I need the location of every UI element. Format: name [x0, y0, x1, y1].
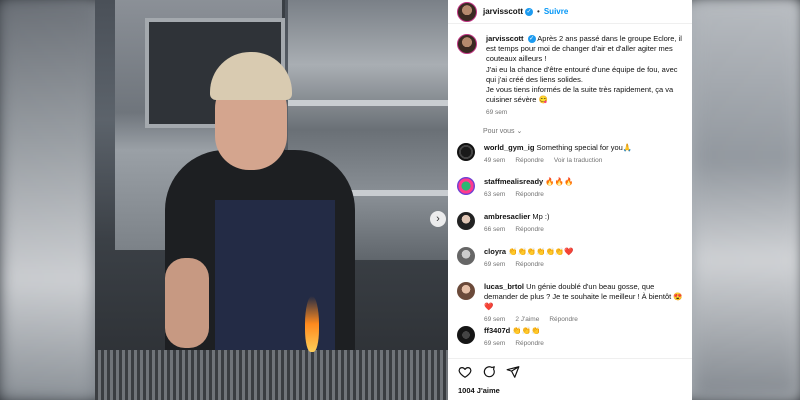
verified-icon: ✓ [527, 35, 536, 44]
comment-time: 63 sem [484, 191, 506, 198]
post-photo[interactable] [95, 0, 448, 400]
follow-button[interactable]: Suivre [544, 7, 568, 16]
reply-button[interactable]: Répondre [515, 226, 544, 233]
comment-icon[interactable] [482, 365, 496, 379]
post-side-panel: jarvisscott ✓ • Suivre jarvisscott ✓ Apr… [448, 0, 692, 400]
comment-username[interactable]: staffmealisready [484, 177, 543, 186]
caption-author-avatar[interactable] [457, 34, 477, 54]
comment-text: Something special for you🙏 [536, 143, 633, 152]
caption-username[interactable]: jarvisscott [486, 34, 524, 43]
comment-time: 69 sem [484, 261, 506, 268]
share-icon[interactable] [506, 365, 520, 379]
author-username[interactable]: jarvisscott [483, 7, 523, 16]
chevron-right-icon: › [436, 212, 440, 225]
post-actions: 1004 J'aime [448, 358, 692, 400]
comment-text: Mp :) [532, 212, 550, 221]
comment-username[interactable]: world_gym_ig [484, 143, 534, 152]
comment-item: lucas_brtol Un génie doublé d'un beau go… [457, 282, 689, 325]
instagram-post-view: › jarvisscott ✓ • Suivre jarvisscott ✓ A… [0, 0, 800, 400]
blurred-background-right [692, 0, 800, 400]
chef-arm [165, 258, 209, 348]
comment-text: 👏👏👏 [512, 326, 541, 335]
comment-item: ambresaclier Mp :) 66 sem Répondre [457, 212, 689, 235]
caption-line: J'ai eu la chance d'être entouré d'une é… [486, 64, 678, 84]
blurred-background-left [0, 0, 95, 400]
next-photo-button[interactable]: › [430, 211, 446, 227]
comment-item: cloyra 👏👏👏👏👏👏❤️ 69 sem Répondre [457, 247, 689, 270]
caption-line: Je vous tiens informés de la suite très … [486, 85, 674, 105]
reply-button[interactable]: Répondre [515, 340, 544, 347]
flame [305, 296, 319, 352]
commenter-avatar[interactable] [457, 326, 475, 344]
translate-link[interactable]: Voir la traduction [554, 157, 602, 164]
caption-meta: 69 sem [486, 108, 689, 118]
caption-text: jarvisscott ✓ Après 2 ans passé dans le … [486, 34, 689, 119]
comment-time: 69 sem [484, 316, 506, 323]
post-caption: jarvisscott ✓ Après 2 ans passé dans le … [457, 34, 689, 119]
heart-icon[interactable] [458, 365, 472, 379]
comment-time: 69 sem [484, 340, 506, 347]
reply-button[interactable]: Répondre [515, 261, 544, 268]
comment-username[interactable]: ff3407d [484, 326, 510, 335]
comment-username[interactable]: ambresaclier [484, 212, 530, 221]
separator-dot: • [537, 7, 540, 16]
reply-button[interactable]: Répondre [515, 157, 544, 164]
comment-text: 👏👏👏👏👏👏❤️ [508, 247, 574, 256]
comment-username[interactable]: lucas_brtol [484, 282, 524, 291]
commenter-avatar[interactable] [457, 247, 475, 265]
verified-icon: ✓ [525, 7, 534, 16]
commenter-avatar[interactable] [457, 282, 475, 300]
caption-time: 69 sem [486, 109, 508, 117]
comment-time: 49 sem [484, 157, 506, 164]
reply-button[interactable]: Répondre [515, 191, 544, 198]
shelf [288, 100, 448, 106]
commenter-avatar[interactable] [457, 212, 475, 230]
pour-vous-dropdown[interactable]: Pour vous ⌄ [483, 127, 522, 135]
author-avatar[interactable] [457, 1, 477, 22]
comment-item: ff3407d 👏👏👏 69 sem Répondre [457, 326, 689, 349]
comment-text: 🔥🔥🔥 [545, 177, 574, 186]
comment-item: staffmealisready 🔥🔥🔥 63 sem Répondre [457, 177, 689, 200]
post-header: jarvisscott ✓ • Suivre [448, 0, 692, 24]
commenter-avatar[interactable] [457, 143, 475, 161]
grill [95, 350, 448, 400]
comment-username[interactable]: cloyra [484, 247, 506, 256]
likes-count[interactable]: 1004 J'aime [458, 386, 500, 395]
comment-likes[interactable]: 2 J'aime [515, 316, 539, 323]
reply-button[interactable]: Répondre [549, 316, 578, 323]
commenter-avatar[interactable] [457, 177, 475, 195]
comment-time: 66 sem [484, 226, 506, 233]
comment-item: world_gym_ig Something special for you🙏 … [457, 143, 689, 166]
